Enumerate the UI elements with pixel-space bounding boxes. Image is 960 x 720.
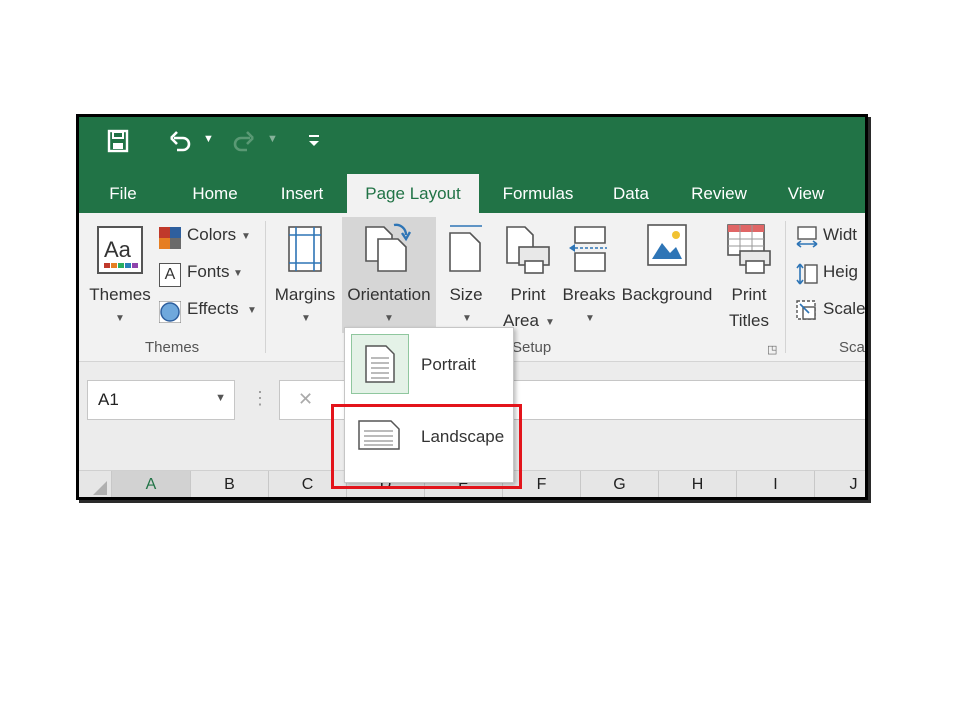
print-area-icon [506,226,550,274]
scale-to-fit-group-label: Sca [839,339,865,356]
orientation-dropdown-icon: ▼ [384,313,394,324]
height-icon [796,263,818,285]
name-box[interactable]: A1 ▼ [87,380,235,420]
column-header-h[interactable]: H [659,471,737,497]
colors-dropdown-icon: ▼ [241,231,251,242]
column-header-i[interactable]: I [737,471,815,497]
fonts-icon: A [159,263,181,287]
print-area-dropdown-icon: ▼ [545,317,555,328]
tab-file[interactable]: File [93,174,153,213]
margins-icon [288,226,322,272]
width-label: Widt [823,225,857,244]
orientation-icon [365,223,412,272]
print-area-button[interactable]: Print Area ▼ [497,221,559,331]
undo-icon[interactable] [169,129,193,158]
margins-button[interactable]: Margins ▼ [273,221,337,331]
effects-label: Effects [187,299,239,318]
breaks-dropdown-icon: ▼ [585,313,595,324]
landscape-highlight-box [331,404,522,489]
width-icon [796,226,818,248]
size-icon [449,225,482,272]
group-separator [785,221,786,353]
size-button[interactable]: Size ▼ [441,221,491,331]
column-header-a[interactable]: A [112,471,191,497]
width-control[interactable]: Widt [795,225,865,251]
effects-button[interactable]: Effects ▼ [159,299,259,325]
print-titles-label-line2: Titles [729,311,769,330]
portrait-label: Portrait [421,355,476,374]
name-box-dropdown-icon[interactable]: ▼ [215,392,226,404]
title-bar: ▼ ▼ [79,117,865,174]
tab-view[interactable]: View [775,174,837,213]
colors-icon [159,227,181,249]
scale-label: Scale [823,299,866,318]
cancel-entry-icon[interactable]: ✕ [298,389,313,410]
svg-text:Aa: Aa [104,237,132,262]
height-control[interactable]: Heig [795,262,865,288]
breaks-button[interactable]: Breaks ▼ [561,221,617,331]
margins-dropdown-icon: ▼ [301,313,311,324]
customize-qat-icon[interactable] [307,131,321,154]
ribbon-tabs: File Home Insert Page Layout Formulas Da… [79,174,865,213]
margins-label: Margins [274,285,336,304]
colors-label: Colors [187,225,237,244]
scale-control[interactable]: Scale [795,299,866,325]
redo-dropdown-icon: ▼ [267,133,278,145]
tab-data[interactable]: Data [603,174,659,213]
fonts-label: Fonts [187,262,230,281]
menu-item-portrait[interactable]: Portrait [345,332,513,398]
scale-icon [796,300,816,320]
page-setup-group-label: Setup [512,339,552,356]
tab-home[interactable]: Home [179,174,251,213]
orientation-label: Orientation [347,285,431,304]
page-setup-dialog-launcher-icon[interactable]: ◳ [767,343,777,356]
size-label: Size [449,285,483,304]
fonts-dropdown-icon: ▼ [233,268,243,279]
breaks-icon [569,226,607,272]
background-icon [647,224,687,266]
portrait-icon [351,334,409,394]
print-titles-icon [727,224,771,274]
themes-label: Themes [89,285,151,304]
column-header-j[interactable]: J [815,471,865,497]
formula-bar-grip-icon: ⋮ [251,388,269,408]
themes-dropdown-icon: ▼ [115,313,125,324]
colors-button[interactable]: Colors ▼ [159,225,259,251]
tab-page-layout[interactable]: Page Layout [347,174,479,213]
themes-button[interactable]: Aa Themes ▼ [89,221,151,331]
save-icon[interactable] [107,129,129,158]
select-all-corner[interactable] [79,471,112,497]
height-label: Heig [823,262,858,281]
tab-formulas[interactable]: Formulas [493,174,583,213]
print-titles-label-line1: Print [731,285,767,304]
background-label: Background [621,285,713,304]
undo-dropdown-icon[interactable]: ▼ [203,133,214,145]
background-button[interactable]: Background [619,221,715,311]
group-separator [265,221,266,353]
orientation-button[interactable]: Orientation ▼ [342,217,436,333]
themes-group-label: Themes [145,339,200,356]
name-box-value: A1 [98,390,119,409]
fonts-button[interactable]: A Fonts ▼ [159,262,259,288]
column-header-g[interactable]: G [581,471,659,497]
print-titles-button[interactable]: Print Titles [719,221,779,337]
breaks-label: Breaks [562,285,616,304]
tab-insert[interactable]: Insert [269,174,335,213]
print-area-label-line1: Print [510,285,546,304]
size-dropdown-icon: ▼ [462,313,472,324]
redo-icon [231,129,255,158]
effects-dropdown-icon: ▼ [247,305,257,316]
themes-icon: Aa [97,226,143,274]
effects-icon [159,301,181,323]
column-header-b[interactable]: B [191,471,269,497]
tab-review[interactable]: Review [679,174,759,213]
